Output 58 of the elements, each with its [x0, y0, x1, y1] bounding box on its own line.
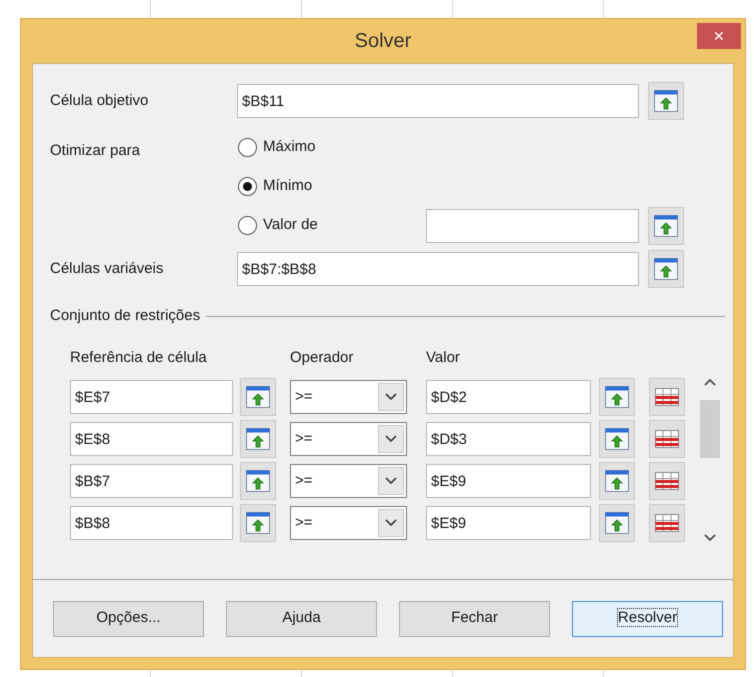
table-icon [655, 388, 679, 406]
input-field[interactable]: $E$8 [70, 422, 233, 456]
column-header: Valor [426, 348, 460, 368]
field-label: Células variáveis [50, 258, 164, 279]
scrollbar[interactable] [699, 378, 721, 542]
operator-dropdown[interactable]: >= [290, 380, 407, 414]
shrink-button[interactable] [599, 378, 635, 416]
table-icon [655, 514, 679, 532]
scroll-thumb[interactable] [700, 400, 720, 458]
shrink-button[interactable] [240, 420, 276, 458]
chevron-down-icon [385, 435, 397, 443]
shrink-button[interactable] [599, 420, 635, 458]
input-field[interactable]: $E$7 [70, 380, 233, 414]
shrink-button[interactable] [599, 504, 635, 542]
scroll-up-icon[interactable] [704, 378, 716, 386]
table-icon [655, 472, 679, 490]
operator-dropdown[interactable]: >= [290, 422, 407, 456]
dialog-button[interactable]: Ajuda [226, 600, 377, 636]
shrink-button[interactable] [648, 250, 684, 288]
shrink-button[interactable] [648, 206, 684, 244]
remove-button[interactable] [649, 420, 685, 458]
input-field[interactable]: $E$9 [426, 506, 591, 540]
input-field[interactable]: $B$8 [70, 506, 233, 540]
column-header: Referência de célula [70, 348, 208, 368]
window-title: Solver [354, 29, 412, 54]
dialog-button[interactable]: Opções... [53, 600, 204, 636]
input-field[interactable]: $B$11 [237, 84, 639, 118]
input-field[interactable]: $D$2 [426, 380, 591, 414]
operator-dropdown[interactable]: >= [290, 506, 407, 540]
remove-button[interactable] [649, 504, 685, 542]
input-field[interactable] [426, 208, 639, 242]
shrink-button[interactable] [240, 462, 276, 500]
shrink-button[interactable] [599, 462, 635, 500]
close-button[interactable]: ✕ [697, 23, 741, 49]
dialog-button[interactable]: Fechar [399, 600, 550, 636]
chevron-down-icon [385, 477, 397, 485]
dialog-button[interactable]: Resolver [572, 600, 723, 636]
radio-button[interactable]: Mínimo [238, 175, 426, 198]
field-label: Otimizar para [50, 141, 142, 161]
operator-dropdown[interactable]: >= [290, 464, 407, 498]
shrink-button[interactable] [240, 504, 276, 542]
input-field[interactable]: $B$7 [70, 464, 233, 498]
chevron-down-icon [385, 393, 397, 401]
radio-button[interactable]: Valor de [238, 214, 426, 237]
chevron-down-icon [385, 519, 397, 527]
input-field[interactable]: $E$9 [426, 464, 591, 498]
shrink-button[interactable] [648, 82, 684, 120]
input-field[interactable]: $B$7:$B$8 [237, 252, 639, 286]
shrink-button[interactable] [240, 378, 276, 416]
input-field[interactable]: $D$3 [426, 422, 591, 456]
table-icon [655, 430, 679, 448]
column-header: Operador [290, 348, 354, 368]
remove-button[interactable] [649, 378, 685, 416]
remove-button[interactable] [649, 462, 685, 500]
section-heading: Conjunto de restrições [50, 306, 200, 326]
scroll-down-icon[interactable] [704, 534, 716, 542]
radio-button[interactable]: Máximo [238, 136, 426, 159]
field-label: Célula objetivo [50, 90, 150, 111]
